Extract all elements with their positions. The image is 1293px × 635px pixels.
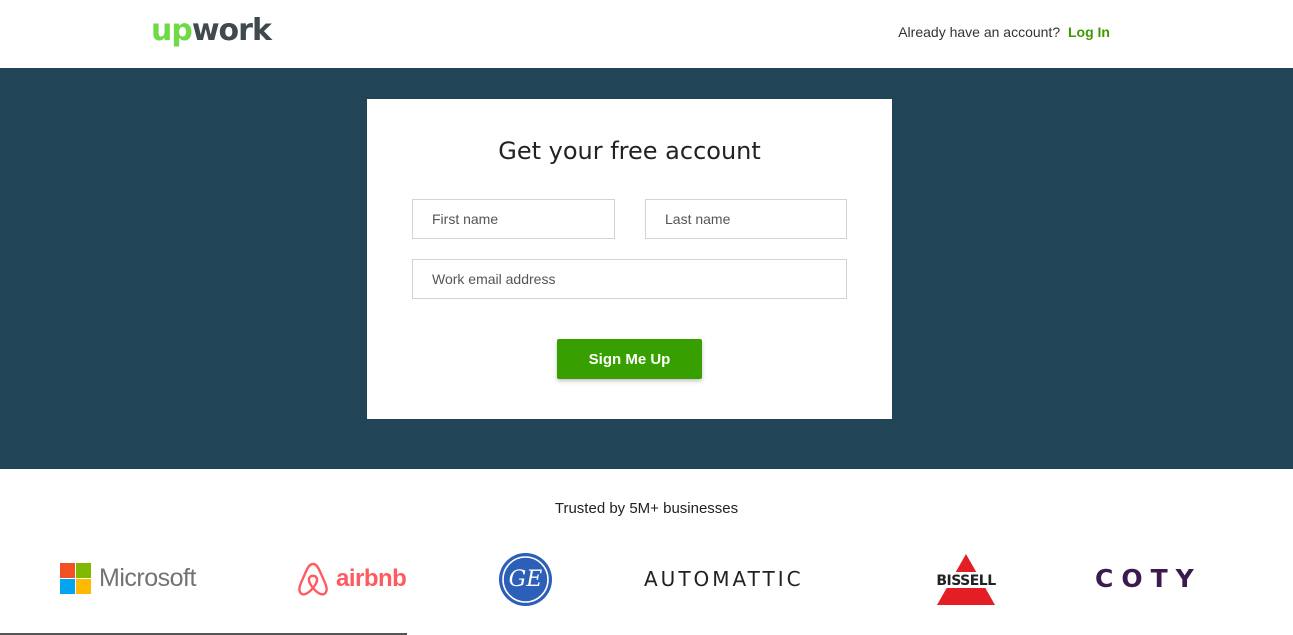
trusted-heading: Trusted by 5M+ businesses	[554, 500, 739, 517]
last-name-input[interactable]	[645, 199, 847, 239]
airbnb-logo-icon	[298, 562, 328, 596]
bissell-logo: BISSELL	[931, 552, 1001, 607]
ge-logo: GE	[498, 552, 553, 607]
top-header: upwork Already have an account? Log In	[0, 0, 1293, 68]
hero-section: Get your free account Sign Me Up	[0, 68, 1293, 469]
sign-me-up-button[interactable]: Sign Me Up	[557, 339, 702, 379]
upwork-logo[interactable]: upwork	[151, 12, 272, 50]
first-name-input[interactable]	[412, 199, 615, 239]
bissell-text: BISSELL	[936, 573, 996, 589]
login-link[interactable]: Log In	[1068, 24, 1110, 40]
coty-logo: COTY	[1095, 564, 1202, 593]
signup-card: Get your free account Sign Me Up	[367, 99, 892, 419]
airbnb-logo: airbnb	[296, 561, 407, 597]
automattic-logo: AUTOMATTIC	[644, 567, 804, 591]
work-email-input[interactable]	[412, 259, 847, 299]
account-prompt-text: Already have an account?	[898, 24, 1061, 40]
microsoft-logo: Microsoft	[60, 563, 196, 594]
signup-title: Get your free account	[498, 137, 761, 165]
partner-logos: Microsoft airbnb GE AUTOMATTIC BISSELL C…	[0, 545, 1293, 615]
microsoft-logo-icon	[60, 563, 91, 594]
logo-up-text: up	[151, 13, 193, 48]
airbnb-text: airbnb	[336, 565, 407, 592]
login-prompt: Already have an account? Log In	[898, 24, 1110, 40]
microsoft-text: Microsoft	[99, 564, 196, 592]
ge-text: GE	[508, 567, 543, 592]
logo-work-text: work	[191, 13, 272, 48]
